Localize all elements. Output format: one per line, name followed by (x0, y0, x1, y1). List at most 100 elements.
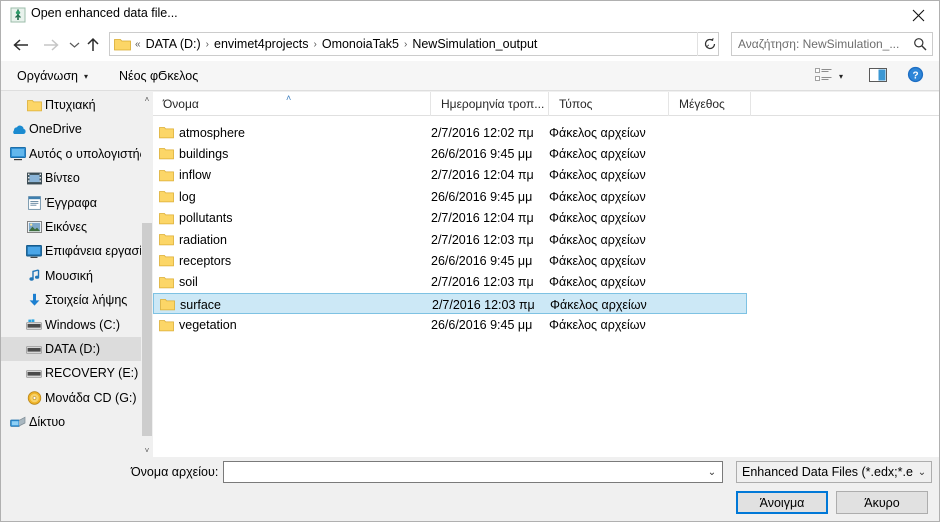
up-arrow-icon[interactable] (81, 29, 105, 61)
videos-icon (23, 172, 45, 185)
breadcrumb[interactable]: « DATA (D:) › envimet4projects › Omonoia… (133, 37, 696, 51)
scroll-up-icon[interactable]: ˄ (141, 92, 153, 106)
column-header-type[interactable]: Τύπος (549, 92, 669, 116)
file-type-cell: Φάκελος αρχείων (549, 211, 646, 226)
sidebar-item-1[interactable]: OneDrive (1, 117, 141, 141)
breadcrumb-item-3[interactable]: NewSimulation_output (409, 37, 540, 51)
svg-text:?: ? (912, 70, 918, 81)
back-arrow-icon[interactable] (7, 29, 35, 61)
sidebar-item-7[interactable]: Μουσική (1, 264, 141, 288)
table-row[interactable]: radiation 2/7/2016 12:03 πμ Φάκελος αρχείω… (153, 229, 939, 250)
organize-button[interactable]: Οργάνωση ▾ (17, 61, 88, 91)
sidebar-scrollbar[interactable]: ˄ ˅ (141, 92, 153, 457)
file-size-cell (669, 186, 751, 207)
folder-icon (153, 126, 179, 139)
chevron-down-icon[interactable]: ⌄ (913, 467, 931, 478)
refresh-icon[interactable] (697, 32, 721, 56)
cancel-button[interactable]: Άκυρο (836, 491, 928, 514)
sidebar-item-8[interactable]: Στοιχεία λήψης (1, 288, 141, 312)
file-date-cell: 2/7/2016 12:03 πμ (432, 297, 535, 312)
desktop-icon (23, 244, 45, 258)
drive-icon (23, 367, 45, 379)
table-row[interactable]: surface 2/7/2016 12:03 πμ Φάκελος αρχείων (153, 293, 747, 315)
sidebar-item-12[interactable]: Μονάδα CD (G:) (1, 386, 141, 410)
chevron-down-icon[interactable]: ▾ (839, 72, 843, 81)
sidebar-item-label: OneDrive (29, 122, 82, 137)
sidebar-item-label: Αυτός ο υπολογιστής (29, 146, 141, 161)
new-folder-button[interactable]: Νέος φϬκελος (119, 61, 198, 91)
file-name-cell: soil (153, 272, 431, 293)
search-icon[interactable] (908, 37, 932, 51)
scrollbar-thumb[interactable] (142, 223, 152, 436)
folder-icon (114, 37, 131, 51)
table-row[interactable]: receptors 26/6/2016 9:45 μμ Φάκελος αρχείω… (153, 250, 939, 271)
breadcrumb-item-1[interactable]: envimet4projects (211, 37, 312, 51)
sidebar-item-6[interactable]: Επιφάνεια εργασίας (1, 239, 141, 263)
open-file-dialog: Open enhanced data file... « DATA (D:) ›… (0, 0, 940, 522)
filename-input[interactable]: ⌄ (223, 461, 723, 483)
scroll-down-icon[interactable]: ˅ (141, 443, 153, 457)
sidebar-item-label: Μουσική (45, 268, 93, 283)
sidebar-item-10[interactable]: DATA (D:) (1, 337, 141, 361)
table-row[interactable]: log 26/6/2016 9:45 μμ Φάκελος αρχείων (153, 186, 939, 207)
breadcrumb-item-2[interactable]: OmonoiaTak5 (319, 37, 402, 51)
sidebar-item-label: Στοιχεία λήψης (45, 293, 128, 308)
sidebar-item-5[interactable]: Εικόνες (1, 215, 141, 239)
breadcrumb-item-0[interactable]: DATA (D:) (143, 37, 204, 51)
table-row[interactable]: soil 2/7/2016 12:03 πμ Φάκελος αρχείων (153, 272, 939, 293)
file-date-cell: 2/7/2016 12:04 πμ (431, 211, 534, 226)
table-row[interactable]: vegetation 26/6/2016 9:45 μμ Φάκελος αρχεί… (153, 315, 939, 336)
sidebar-item-4[interactable]: Έγγραφα (1, 191, 141, 215)
sidebar-item-9[interactable]: Windows (C:) (1, 313, 141, 337)
folder-icon (154, 298, 180, 311)
table-row[interactable]: inflow 2/7/2016 12:04 πμ Φάκελος αρχείων (153, 165, 939, 186)
preview-pane-icon (869, 67, 887, 85)
new-folder-label: Νέος φϬκελος (119, 69, 199, 83)
table-row[interactable]: atmosphere 2/7/2016 12:02 πμ Φάκελος αρχεί… (153, 122, 939, 143)
navigation-sidebar[interactable]: Πτυχιακή OneDrive Αυτός ο υπολογιστής Βίντε… (1, 92, 153, 457)
pictures-icon (23, 221, 45, 233)
file-type-cell: Φάκελος αρχείων (549, 125, 646, 140)
folder-icon (153, 147, 179, 160)
column-header-date[interactable]: Ημερομηνία τροπ... (431, 92, 549, 116)
file-name-cell: buildings (153, 143, 431, 164)
chevron-down-icon[interactable]: ⌄ (702, 467, 722, 478)
view-options-icon (815, 67, 833, 85)
breadcrumb-sep-1: › (313, 38, 317, 50)
column-header-name[interactable]: Όνομα ˄ (153, 92, 431, 116)
column-header-type-label: Τύπος (559, 97, 593, 111)
cancel-button-label: Άκυρο (864, 495, 900, 510)
column-header-size[interactable]: Μέγεθος (669, 92, 751, 116)
file-name-label: pollutants (179, 211, 233, 226)
breadcrumb-sep-0: › (205, 38, 209, 50)
sort-ascending-icon: ˄ (286, 93, 292, 103)
table-row[interactable]: buildings 26/6/2016 9:45 μμ Φάκελος αρχείω… (153, 143, 939, 164)
file-type-filter[interactable]: Enhanced Data Files (*.edx;*.edi ⌄ (736, 461, 932, 483)
folder-icon (153, 254, 179, 267)
sidebar-item-2[interactable]: Αυτός ο υπολογιστής (1, 142, 141, 166)
sidebar-item-label: Δίκτυο (29, 415, 66, 430)
address-bar[interactable]: « DATA (D:) › envimet4projects › Omonoia… (109, 32, 719, 56)
file-type-cell: Φάκελος αρχείων (549, 189, 646, 204)
sidebar-item-3[interactable]: Βίντεο (1, 166, 141, 190)
open-button[interactable]: Άνοιγμα (736, 491, 828, 514)
sidebar-item-label: Εικόνες (45, 220, 88, 234)
file-size-cell (669, 272, 751, 293)
search-input[interactable]: Αναζήτηση: NewSimulation_... (731, 32, 933, 56)
preview-pane-button[interactable] (869, 61, 887, 91)
table-row[interactable]: pollutants 2/7/2016 12:04 πμ Φάκελος αρχεί… (153, 208, 939, 229)
file-name-cell: atmosphere (153, 122, 431, 143)
file-date-cell: 26/6/2016 9:45 μμ (431, 318, 533, 333)
breadcrumb-root-sep: « (135, 38, 141, 50)
close-icon[interactable] (895, 1, 939, 29)
view-options-button[interactable]: ▾ (815, 61, 843, 91)
column-header-date-label: Ημερομηνία τροπ... (441, 97, 545, 111)
help-button[interactable]: ? (907, 61, 924, 91)
file-list[interactable]: Όνομα ˄ Ημερομηνία τροπ... Τύπος Μέγεθος… (153, 92, 939, 457)
sidebar-item-0[interactable]: Πτυχιακή (1, 93, 141, 117)
envimet-app-icon (10, 7, 26, 23)
sidebar-item-11[interactable]: RECOVERY (E:) (1, 361, 141, 385)
help-icon: ? (907, 66, 924, 86)
file-size-cell (669, 229, 751, 250)
sidebar-item-13[interactable]: Δίκτυο (1, 410, 141, 434)
